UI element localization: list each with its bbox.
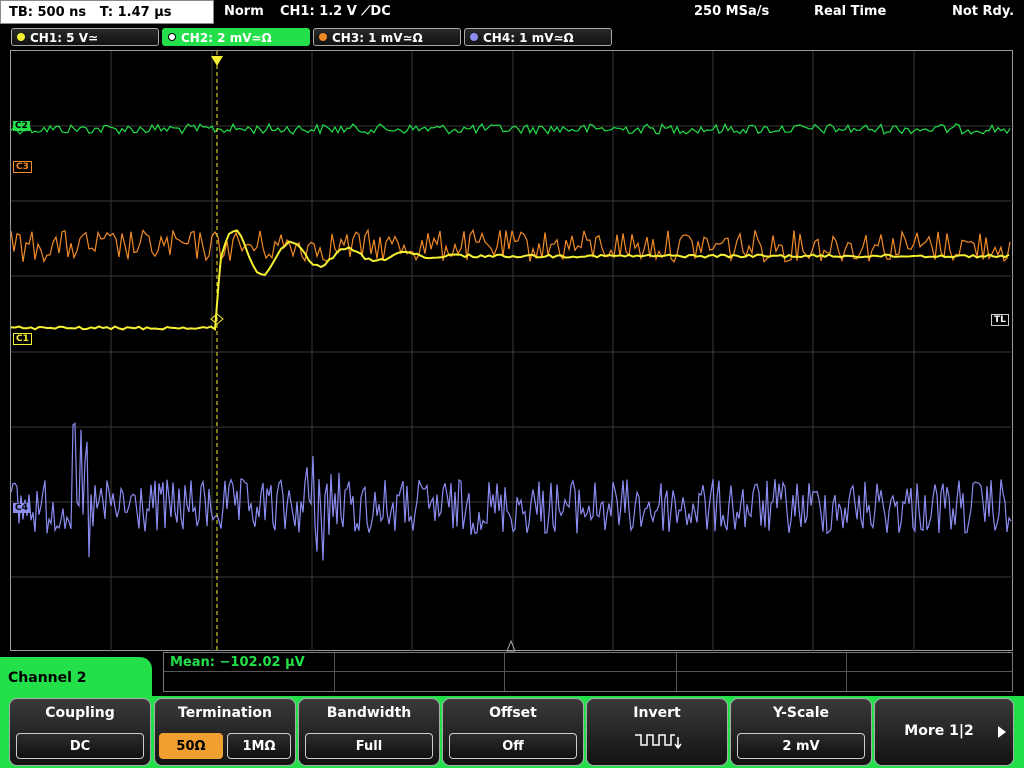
yscale-softkey[interactable]: Y-Scale 2 mV [730,698,872,766]
channel-tab-bar: CH1: 5 V≃ CH2: 2 mV≃Ω CH3: 1 mV≃Ω CH4: 1… [0,26,1024,48]
coupling-softkey[interactable]: Coupling DC [9,698,151,766]
termination-50ohm-option[interactable]: 50Ω [159,733,223,759]
mean-measurement: Mean: −102.02 µV [170,655,305,670]
tab-ch4[interactable]: CH4: 1 mV≃Ω [464,28,612,46]
offset-title: Offset [489,705,537,721]
coupling-value[interactable]: DC [16,733,144,759]
tab-ch3[interactable]: CH3: 1 mV≃Ω [313,28,461,46]
tab-ch1-label: CH1: 5 V≃ [30,31,99,45]
coupling-title: Coupling [45,705,115,721]
graticule [11,51,1014,652]
channel-dot-icon [470,33,478,41]
status-bar: TB: 500 ns T: 1.47 µs Norm CH1: 1.2 V ⟋D… [0,0,1024,26]
tab-ch4-label: CH4: 1 mV≃Ω [483,31,574,45]
tab-ch3-label: CH3: 1 mV≃Ω [332,31,423,45]
trigger-time-label: T: 1.47 µs [99,5,172,20]
tab-ch2[interactable]: CH2: 2 mV≃Ω [162,28,310,46]
trigger-level-marker[interactable]: TL [991,314,1009,326]
timebase-label: TB: 500 ns [9,5,87,20]
bandwidth-value[interactable]: Full [305,733,433,759]
center-marker [506,639,516,652]
yscale-title: Y-Scale [772,705,829,721]
measurement-bar: Mean: −102.02 µV [163,652,1013,692]
tab-ch1[interactable]: CH1: 5 V≃ [11,28,159,46]
invert-title: Invert [633,705,681,721]
termination-softkey[interactable]: Termination 50Ω 1MΩ [154,698,296,766]
acquisition-type-label: Real Time [814,4,887,19]
next-page-arrow-icon [998,726,1006,738]
waveform-canvas [11,51,1014,652]
ch4-trace [11,422,1012,561]
acquire-mode-label[interactable]: Norm [224,0,264,24]
trigger-label[interactable]: CH1: 1.2 V ⟋DC [280,0,391,24]
trigger-status-label: Not Rdy. [952,4,1015,19]
sample-rate-label: 250 MSa/s [694,4,770,19]
channel-dot-icon [319,33,327,41]
ch4-ground-marker[interactable]: C4 [13,503,30,513]
bandwidth-softkey[interactable]: Bandwidth Full [298,698,440,766]
more-title: More 1|2 [904,723,974,739]
tab-ch2-label: CH2: 2 mV≃Ω [181,31,272,45]
channel-dot-icon [168,33,176,41]
invert-waveform-icon [635,734,682,750]
offset-value[interactable]: Off [449,733,577,759]
yscale-value[interactable]: 2 mV [737,733,865,759]
trigger-position-marker [211,56,223,66]
channel-dot-icon [17,33,25,41]
ch3-ground-marker[interactable]: C3 [13,161,32,173]
termination-1mohm-option[interactable]: 1MΩ [227,733,291,759]
timebase-box[interactable]: TB: 500 ns T: 1.47 µs [0,0,214,24]
more-softkey[interactable]: More 1|2 [874,698,1014,766]
waveform-display[interactable]: C2 C3 C1 C4 TL [10,50,1014,652]
ch2-ground-marker[interactable]: C2 [13,121,30,131]
termination-title: Termination [178,705,272,721]
menu-title: Channel 2 [0,657,152,699]
bandwidth-title: Bandwidth [326,705,412,721]
invert-softkey[interactable]: Invert [586,698,728,766]
ch1-ground-marker[interactable]: C1 [13,333,32,345]
offset-softkey[interactable]: Offset Off [442,698,584,766]
